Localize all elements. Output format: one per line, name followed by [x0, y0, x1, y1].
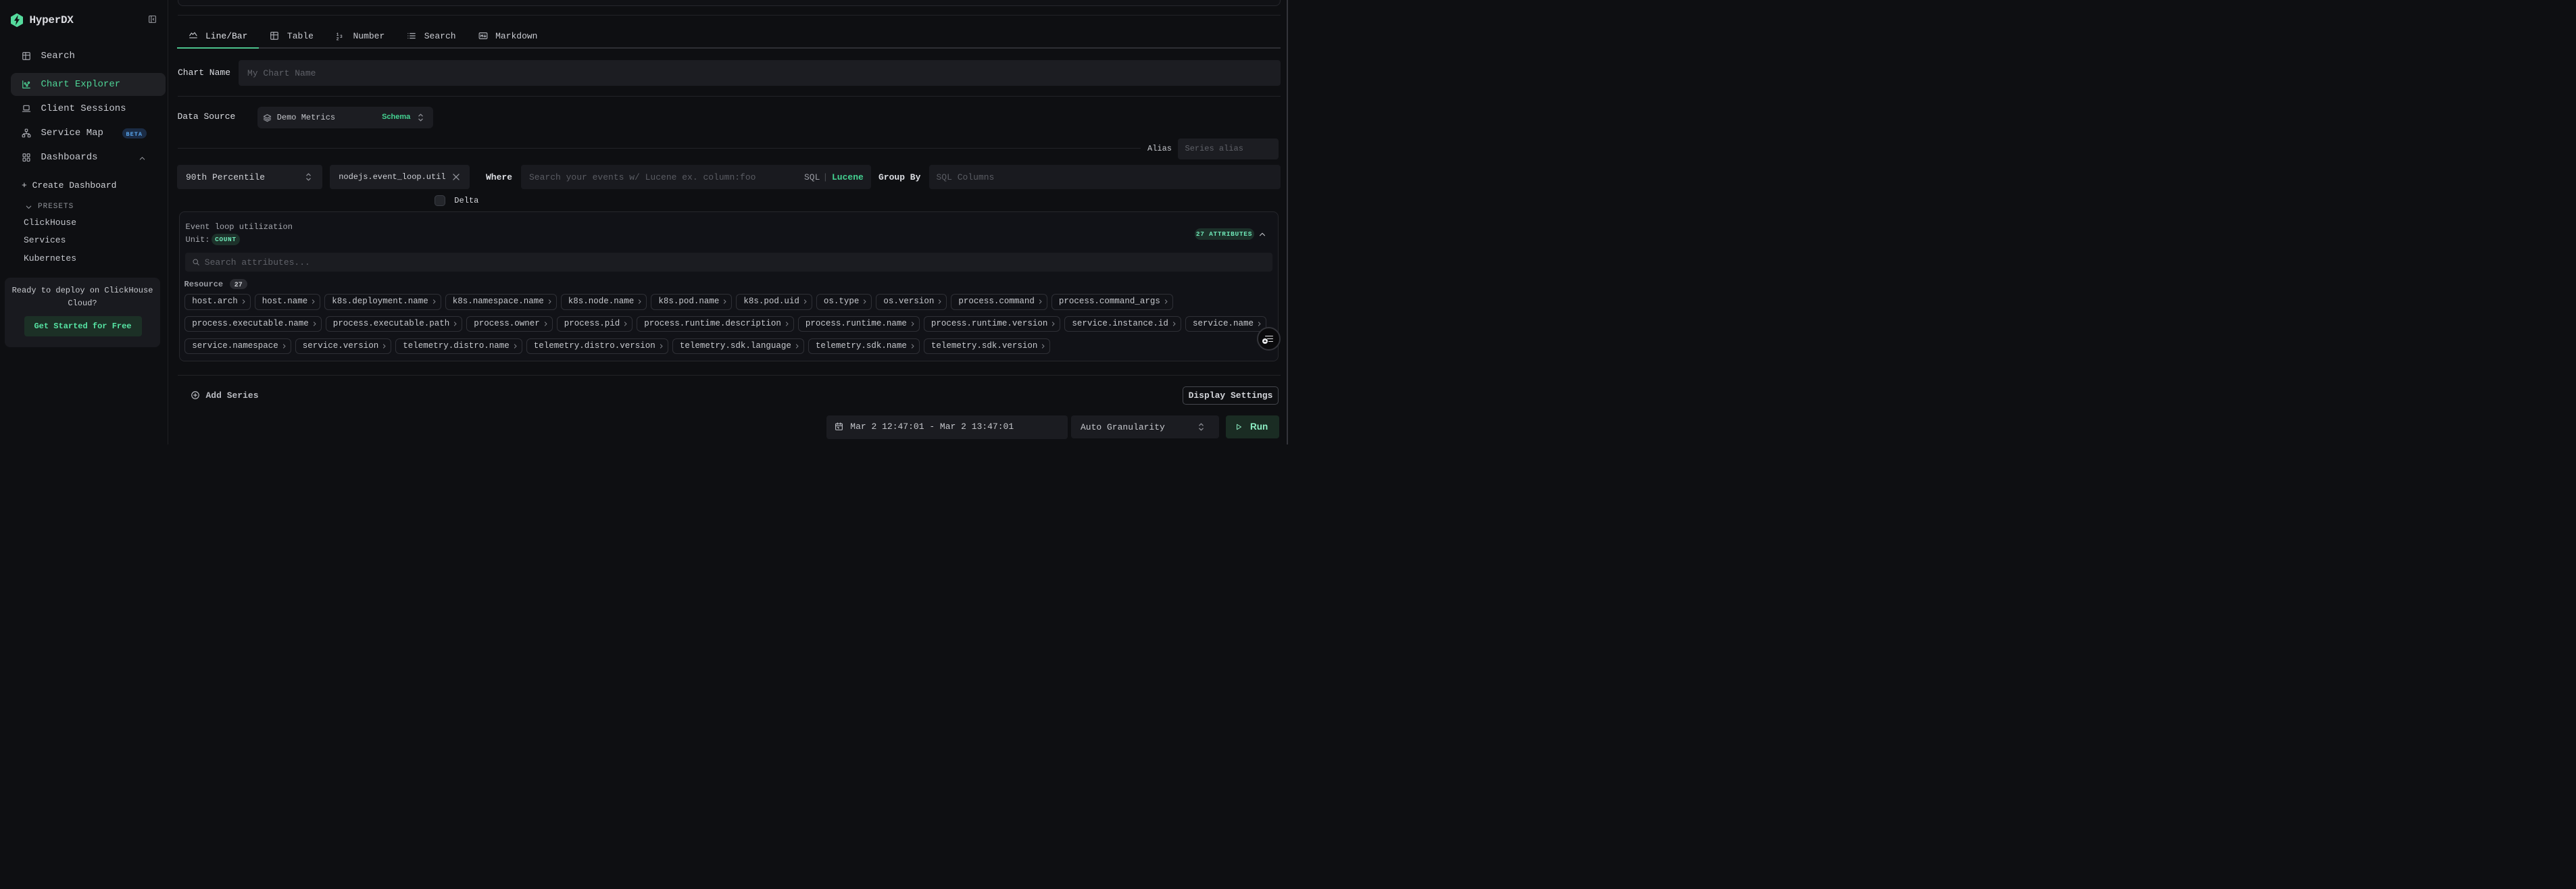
svg-text:3: 3 — [340, 34, 343, 39]
svg-text:2: 2 — [337, 36, 339, 41]
